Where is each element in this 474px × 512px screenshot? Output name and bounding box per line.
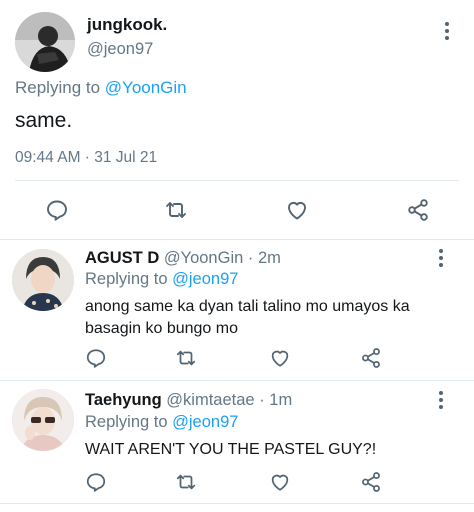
reply-text: anong same ka dyan tali talino mo umayos… bbox=[85, 298, 410, 337]
avatar-agust-d[interactable] bbox=[12, 249, 74, 311]
share-icon bbox=[408, 199, 428, 221]
divider bbox=[0, 380, 474, 381]
divider bbox=[0, 239, 474, 240]
reply-icon bbox=[86, 473, 106, 492]
more-vertical-icon[interactable] bbox=[432, 246, 450, 270]
like-icon bbox=[271, 350, 289, 367]
main-timestamp[interactable]: 09:44 AM · 31 Jul 21 bbox=[15, 149, 157, 167]
reply-icon bbox=[86, 349, 106, 368]
main-display-name[interactable]: jungkook. bbox=[87, 15, 167, 35]
more-vertical-icon[interactable] bbox=[432, 388, 450, 412]
replying-to-link[interactable]: @jeon97 bbox=[172, 270, 238, 288]
retweet-icon bbox=[166, 202, 186, 218]
retweet-button[interactable] bbox=[170, 344, 202, 372]
main-replying-line: Replying to @YoonGin bbox=[15, 78, 187, 98]
reply-display-name[interactable]: Taehyung bbox=[85, 391, 162, 409]
reply-replying-line: Replying to @jeon97 bbox=[85, 413, 238, 432]
main-tweet-text: same. bbox=[15, 109, 73, 132]
like-icon bbox=[271, 474, 289, 491]
reply-header: Taehyung @kimtaetae · 1m bbox=[85, 391, 292, 410]
replying-to-link[interactable]: @YoonGin bbox=[105, 78, 187, 97]
reply-icon bbox=[47, 200, 67, 221]
share-button[interactable] bbox=[355, 468, 387, 496]
like-icon bbox=[288, 202, 306, 220]
reply-time: · 2m bbox=[247, 249, 281, 267]
main-handle[interactable]: @jeon97 bbox=[87, 40, 153, 59]
like-button[interactable] bbox=[264, 344, 296, 372]
divider bbox=[0, 503, 474, 504]
reply-button[interactable] bbox=[80, 468, 112, 496]
reply-header: AGUST D @YoonGin · 2m bbox=[85, 249, 281, 268]
retweet-button[interactable] bbox=[170, 468, 202, 496]
reply-button[interactable] bbox=[80, 344, 112, 372]
reply-time: · 1m bbox=[259, 391, 293, 409]
share-icon bbox=[362, 348, 380, 368]
more-vertical-icon[interactable] bbox=[438, 19, 456, 43]
reply-replying-line: Replying to @jeon97 bbox=[85, 270, 238, 289]
reply-display-name[interactable]: AGUST D bbox=[85, 249, 159, 267]
reply-text: WAIT AREN'T YOU THE PASTEL GUY?! bbox=[85, 441, 377, 458]
avatar-image bbox=[12, 249, 74, 311]
reply-handle[interactable]: @YoonGin bbox=[164, 249, 243, 267]
reply-button[interactable] bbox=[41, 196, 73, 224]
replying-to-link[interactable]: @jeon97 bbox=[172, 413, 238, 431]
avatar-image bbox=[12, 389, 74, 451]
avatar-image bbox=[15, 12, 75, 72]
retweet-icon bbox=[176, 474, 196, 490]
reply-handle[interactable]: @kimtaetae bbox=[166, 391, 254, 409]
divider bbox=[15, 180, 459, 181]
replying-to-label: Replying to bbox=[85, 413, 173, 431]
avatar-taehyung[interactable] bbox=[12, 389, 74, 451]
share-button[interactable] bbox=[355, 344, 387, 372]
replying-to-label: Replying to bbox=[15, 78, 105, 97]
share-icon bbox=[362, 472, 380, 492]
retweet-button[interactable] bbox=[160, 196, 192, 224]
like-button[interactable] bbox=[281, 196, 313, 224]
share-button[interactable] bbox=[402, 196, 434, 224]
retweet-icon bbox=[176, 350, 196, 366]
avatar-jungkook[interactable] bbox=[15, 12, 75, 72]
replying-to-label: Replying to bbox=[85, 270, 173, 288]
like-button[interactable] bbox=[264, 468, 296, 496]
